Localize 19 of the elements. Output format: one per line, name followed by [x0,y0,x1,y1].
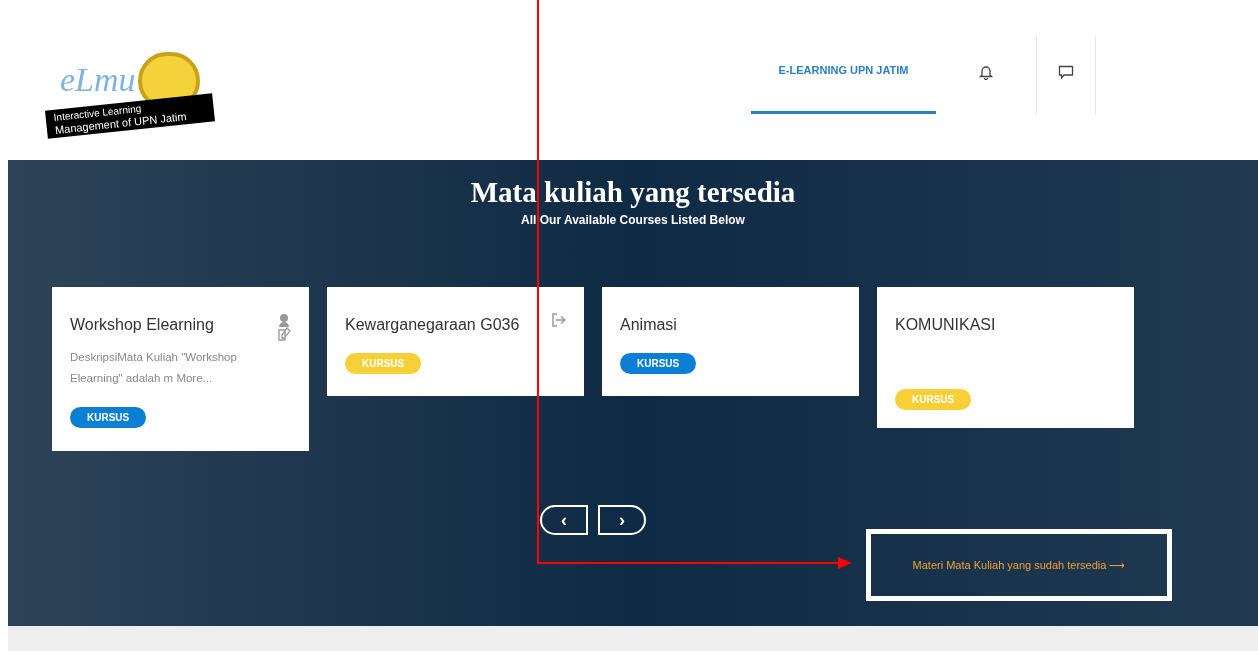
hero-subtitle: All Our Available Courses Listed Below [521,212,745,229]
enter-icon[interactable] [552,313,566,327]
nav-tab[interactable]: E-LEARNING UPN JATIM [751,36,936,114]
next-button[interactable]: › [598,505,646,535]
course-title[interactable]: KOMUNIKASI [895,313,996,337]
logo-script-text: eLmu [60,60,136,100]
course-title[interactable]: Kewarganegaraan G036 [345,313,520,337]
course-summary: DeskripsiMata Kuliah "Workshop Elearning" adalah m More... [70,350,238,386]
available-materials-link[interactable]: Materi Mata Kuliah yang sudah tersedia ⟶ [912,556,1126,574]
course-tag: KURSUS [345,353,422,374]
course-title[interactable]: Animasi [620,313,677,337]
previous-button[interactable]: ‹ [540,505,588,535]
hero-title: Mata kuliah yang tersedia [470,175,796,210]
course-tag: KURSUS [895,389,972,410]
course-tag: KURSUS [620,353,697,374]
more-link[interactable]: More... [176,372,213,384]
course-title[interactable]: Workshop Elearning [70,313,214,337]
user-edit-icon[interactable] [277,313,291,341]
course-tag: KURSUS [70,407,147,428]
